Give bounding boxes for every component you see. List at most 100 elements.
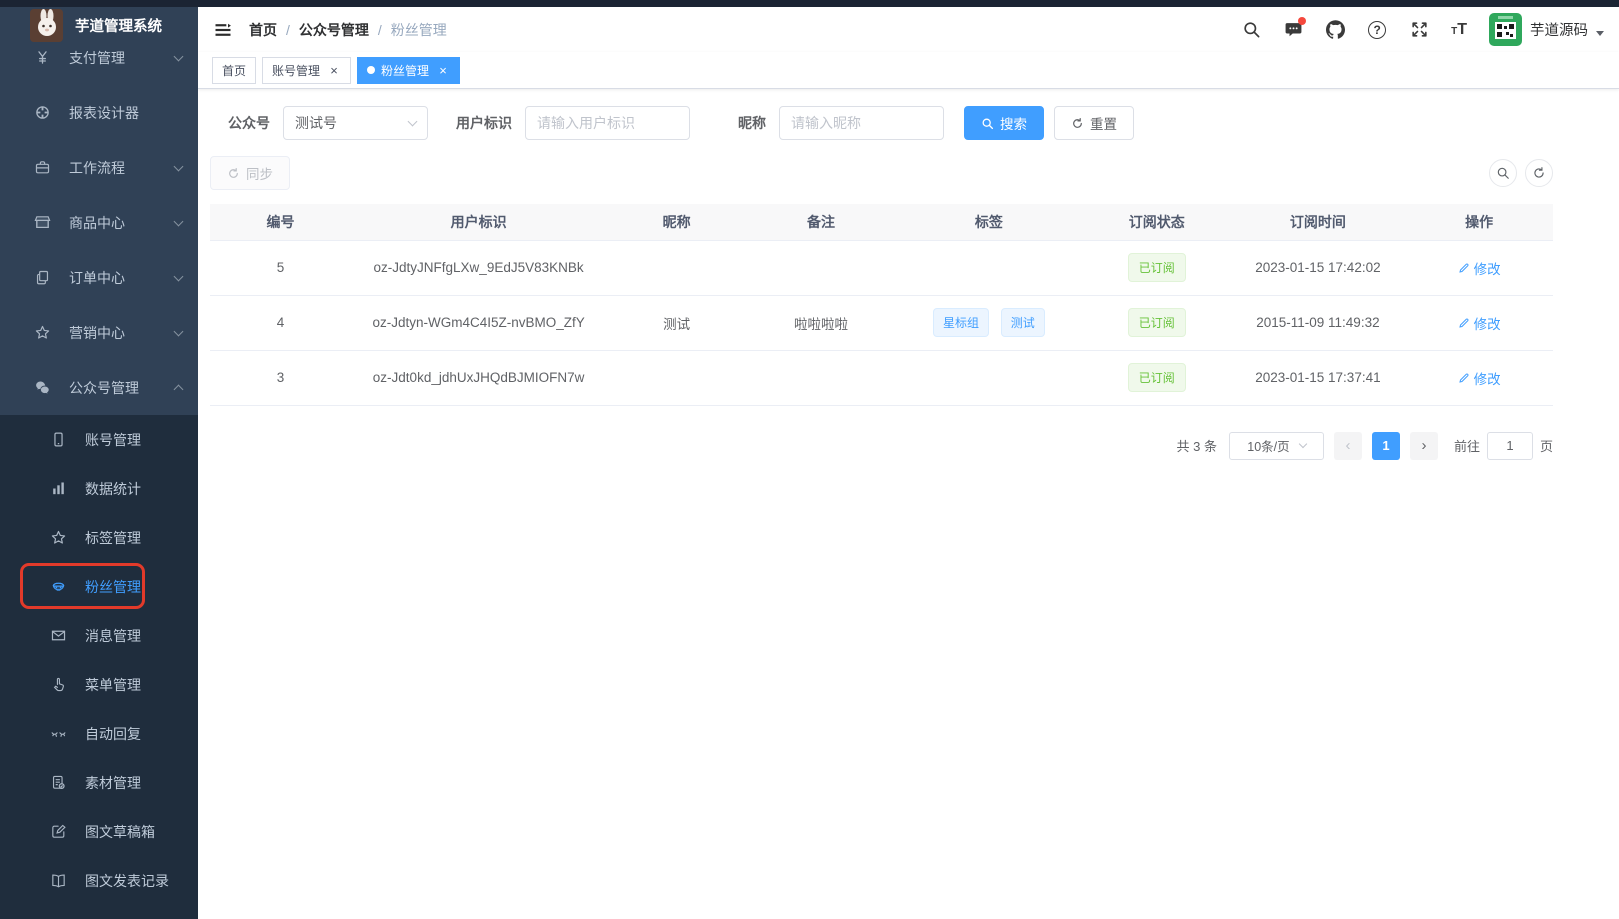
- documents-icon: [33, 269, 51, 287]
- cell-status: 已订阅: [1083, 295, 1231, 350]
- search-icon[interactable]: [1241, 20, 1261, 40]
- app-logo[interactable]: 芋道管理系统: [0, 0, 198, 50]
- toggle-search-button[interactable]: [1489, 159, 1517, 187]
- edit-link[interactable]: 修改: [1458, 313, 1501, 333]
- next-page-button[interactable]: ›: [1410, 432, 1438, 460]
- sidebar-item-label: 数据统计: [85, 479, 182, 499]
- sidebar: 芋道管理系统 支付管理 报表设计器 工作流程 商品中心 订单中心: [0, 0, 198, 919]
- pencil-icon: [1458, 262, 1470, 274]
- tab-account-manage[interactable]: 账号管理 ×: [262, 57, 351, 84]
- sidebar-item-draft-box[interactable]: 图文草稿箱: [0, 807, 198, 856]
- sync-button[interactable]: 同步: [210, 156, 290, 190]
- sidebar-item-label: 账号管理: [85, 430, 182, 450]
- table-toolbar: 同步: [210, 156, 1553, 190]
- hamburger-fold-icon[interactable]: [213, 20, 233, 40]
- prev-page-button[interactable]: ‹: [1334, 432, 1362, 460]
- breadcrumb-current: 粉丝管理: [391, 20, 447, 40]
- sidebar-item-label: 粉丝管理: [85, 577, 182, 597]
- sidebar-item-label: 自动回复: [85, 724, 182, 744]
- search-button[interactable]: 搜索: [964, 106, 1044, 140]
- sidebar-item-label: 图文发表记录: [85, 871, 182, 891]
- sidebar-item-message-manage[interactable]: 消息管理: [0, 611, 198, 660]
- wechat-submenu: 账号管理 数据统计 标签管理 粉丝管理 消息管理 菜单管理: [0, 415, 198, 919]
- total-count: 共 3 条: [1177, 436, 1217, 455]
- cell-openid: oz-JdtyJNFfgLXw_9EdJ5V83KNBk: [351, 240, 606, 295]
- star-outline-icon: [49, 529, 67, 547]
- chevron-down-icon: [174, 51, 184, 61]
- edit-link[interactable]: 修改: [1458, 368, 1501, 388]
- robot-fans-icon: [49, 578, 67, 596]
- table-row: 3 oz-Jdt0kd_jdhUxJHQdBJMIOFN7w 已订阅 2023-…: [210, 350, 1553, 405]
- sidebar-item-tag-manage[interactable]: 标签管理: [0, 513, 198, 562]
- tabs-bar: 首页 账号管理 × 粉丝管理 ×: [198, 52, 1619, 89]
- breadcrumb-separator: /: [378, 22, 382, 38]
- sidebar-item-menu-manage[interactable]: 菜单管理: [0, 660, 198, 709]
- github-icon[interactable]: [1325, 20, 1345, 40]
- cell-nickname: 测试: [606, 295, 747, 350]
- openid-label: 用户标识: [456, 113, 512, 133]
- nickname-input[interactable]: [779, 106, 944, 140]
- sidebar-item-fans-manage[interactable]: 粉丝管理: [0, 562, 198, 611]
- sidebar-item-mall[interactable]: 商品中心: [0, 195, 198, 250]
- col-remark: 备注: [747, 204, 895, 240]
- edit-link[interactable]: 修改: [1458, 258, 1501, 278]
- wechat-icon: [33, 379, 51, 397]
- sidebar-item-wechat-official[interactable]: 公众号管理: [0, 360, 198, 415]
- openid-input[interactable]: [525, 106, 690, 140]
- tag-badge: 测试: [1001, 308, 1045, 337]
- sidebar-item-workflow[interactable]: 工作流程: [0, 140, 198, 195]
- sidebar-item-report-designer[interactable]: 报表设计器: [0, 85, 198, 140]
- sidebar-item-material-manage[interactable]: 素材管理: [0, 758, 198, 807]
- sidebar-item-account-manage[interactable]: 账号管理: [0, 415, 198, 464]
- tab-fans-manage[interactable]: 粉丝管理 ×: [357, 57, 460, 84]
- close-icon[interactable]: ×: [436, 63, 450, 77]
- caret-down-icon: [1596, 31, 1604, 36]
- goto-page-input[interactable]: [1487, 432, 1533, 460]
- page-size-value: 10条/页: [1247, 436, 1289, 455]
- sidebar-item-auto-reply[interactable]: 自动回复: [0, 709, 198, 758]
- help-icon[interactable]: ?: [1367, 20, 1387, 40]
- breadcrumb-home[interactable]: 首页: [249, 20, 277, 40]
- chevron-down-icon: [174, 216, 184, 226]
- sidebar-item-label: 图文草稿箱: [85, 822, 182, 842]
- pencil-icon: [1458, 372, 1470, 384]
- cell-openid: oz-Jdtyn-WGm4C4I5Z-nvBMO_ZfY: [351, 295, 606, 350]
- sidebar-item-data-stats[interactable]: 数据统计: [0, 464, 198, 513]
- fullscreen-icon[interactable]: [1409, 20, 1429, 40]
- message-icon[interactable]: [1283, 20, 1303, 40]
- refresh-table-button[interactable]: [1525, 159, 1553, 187]
- chevron-down-icon: [174, 161, 184, 171]
- sidebar-item-publish-record[interactable]: 图文发表记录: [0, 856, 198, 905]
- page-number-1[interactable]: 1: [1372, 432, 1400, 460]
- sidebar-item-marketing[interactable]: 营销中心: [0, 305, 198, 360]
- page-size-select[interactable]: 10条/页: [1229, 432, 1324, 460]
- account-select[interactable]: 测试号: [283, 106, 428, 140]
- reset-button[interactable]: 重置: [1054, 106, 1134, 140]
- sidebar-item-order[interactable]: 订单中心: [0, 250, 198, 305]
- shop-icon: [33, 214, 51, 232]
- goto-unit: 页: [1540, 436, 1553, 455]
- user-menu[interactable]: 芋道源码: [1489, 13, 1604, 46]
- hand-click-icon: [49, 676, 67, 694]
- col-id: 编号: [210, 204, 351, 240]
- chevron-up-icon: [174, 385, 184, 395]
- envelope-icon: [49, 627, 67, 645]
- goto-label: 前往: [1454, 436, 1480, 455]
- mobile-icon: [49, 431, 67, 449]
- table-row: 5 oz-JdtyJNFfgLXw_9EdJ5V83KNBk 已订阅 2023-…: [210, 240, 1553, 295]
- cell-remark: [747, 350, 895, 405]
- sidebar-menu: 支付管理 报表设计器 工作流程 商品中心 订单中心 营销中心: [0, 30, 198, 919]
- close-icon[interactable]: ×: [327, 63, 341, 77]
- breadcrumb-wechat-manage[interactable]: 公众号管理: [299, 20, 369, 40]
- sidebar-item-label: 标签管理: [85, 528, 182, 548]
- cell-openid: oz-Jdt0kd_jdhUxJHQdBJMIOFN7w: [351, 350, 606, 405]
- tab-home[interactable]: 首页: [212, 57, 256, 84]
- pagination: 共 3 条 10条/页 ‹ 1 › 前往 页: [210, 432, 1553, 460]
- refresh-icon: [1532, 166, 1546, 180]
- edit-square-icon: [49, 823, 67, 841]
- font-size-icon[interactable]: TT: [1451, 21, 1467, 39]
- chevron-down-icon: [408, 116, 418, 126]
- refresh-icon: [1071, 117, 1084, 130]
- cell-remark: [747, 240, 895, 295]
- account-label: 公众号: [228, 113, 270, 133]
